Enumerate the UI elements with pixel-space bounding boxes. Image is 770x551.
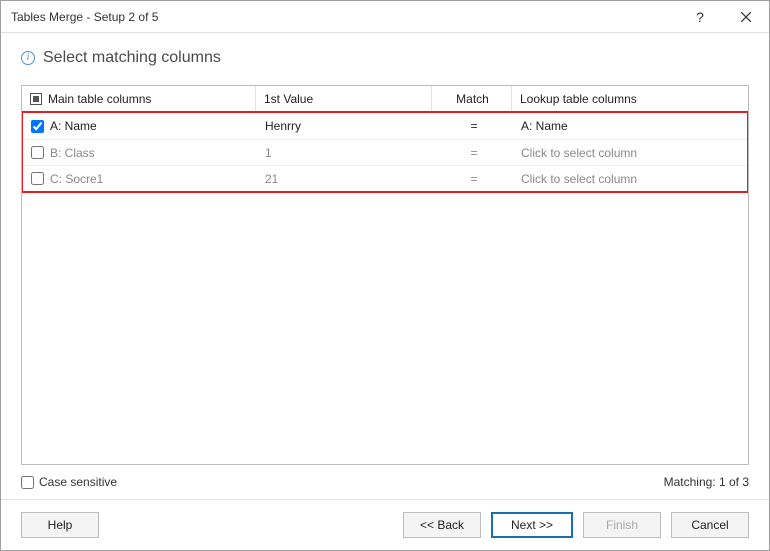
header-match[interactable]: Match	[432, 86, 512, 111]
case-sensitive-label: Case sensitive	[39, 475, 117, 489]
next-button[interactable]: Next >>	[491, 512, 573, 538]
highlighted-rows: A: Name Henrry = A: Name B: Class 1 = Cl…	[21, 111, 749, 193]
row-main-label: B: Class	[50, 146, 95, 160]
options-row: Case sensitive Matching: 1 of 3	[21, 475, 749, 489]
row-lookup-cell[interactable]: Click to select column	[513, 166, 747, 191]
row-checkbox[interactable]	[31, 146, 44, 159]
row-first-value: 1	[257, 140, 433, 165]
info-icon: i	[21, 51, 35, 65]
case-sensitive-option[interactable]: Case sensitive	[21, 475, 117, 489]
button-bar: Help << Back Next >> Finish Cancel	[1, 499, 769, 550]
header-match-label: Match	[456, 92, 489, 106]
help-button[interactable]: Help	[21, 512, 99, 538]
page-title: Select matching columns	[43, 49, 221, 67]
select-all-checkbox[interactable]	[30, 93, 42, 105]
header-lookup-label: Lookup table columns	[520, 92, 637, 106]
case-sensitive-checkbox[interactable]	[21, 476, 34, 489]
close-button[interactable]	[723, 1, 769, 33]
finish-button: Finish	[583, 512, 661, 538]
header-first-label: 1st Value	[264, 92, 313, 106]
row-match-cell[interactable]: =	[433, 113, 513, 139]
row-first-value: Henrry	[257, 113, 433, 139]
help-titlebar-button[interactable]: ?	[677, 1, 723, 33]
row-first-value: 21	[257, 166, 433, 191]
grid-header-row: Main table columns 1st Value Match Looku…	[22, 86, 748, 112]
row-match-cell[interactable]: =	[433, 166, 513, 191]
row-lookup-cell[interactable]: A: Name	[513, 113, 747, 139]
window-title: Tables Merge - Setup 2 of 5	[11, 10, 677, 24]
header-first-value[interactable]: 1st Value	[256, 86, 432, 111]
row-match-cell[interactable]: =	[433, 140, 513, 165]
grid-empty-area	[22, 192, 748, 464]
table-row[interactable]: A: Name Henrry = A: Name	[23, 113, 747, 139]
titlebar: Tables Merge - Setup 2 of 5 ?	[1, 1, 769, 33]
close-icon	[741, 12, 751, 22]
columns-grid: Main table columns 1st Value Match Looku…	[21, 85, 749, 465]
matching-status: Matching: 1 of 3	[664, 475, 749, 489]
page-header: i Select matching columns	[21, 49, 749, 67]
header-main-columns[interactable]: Main table columns	[22, 86, 256, 111]
table-row[interactable]: B: Class 1 = Click to select column	[23, 139, 747, 165]
dialog-window: Tables Merge - Setup 2 of 5 ? i Select m…	[0, 0, 770, 551]
header-lookup-columns[interactable]: Lookup table columns	[512, 86, 748, 111]
header-main-label: Main table columns	[48, 92, 151, 106]
row-main-label: A: Name	[50, 119, 97, 133]
cancel-button[interactable]: Cancel	[671, 512, 749, 538]
content-area: i Select matching columns Main table col…	[1, 33, 769, 499]
back-button[interactable]: << Back	[403, 512, 481, 538]
row-lookup-cell[interactable]: Click to select column	[513, 140, 747, 165]
row-main-label: C: Socre1	[50, 172, 103, 186]
row-checkbox[interactable]	[31, 172, 44, 185]
row-checkbox[interactable]	[31, 120, 44, 133]
table-row[interactable]: C: Socre1 21 = Click to select column	[23, 165, 747, 191]
